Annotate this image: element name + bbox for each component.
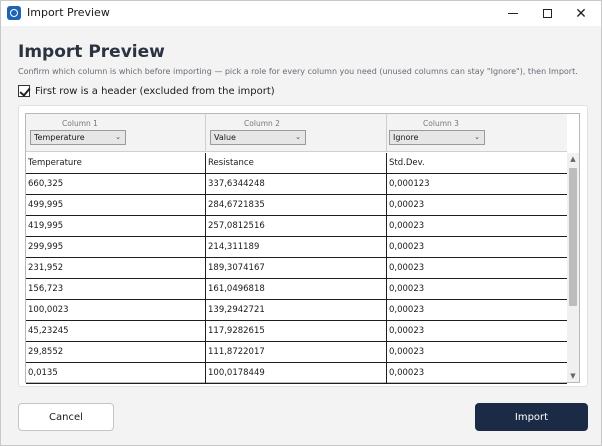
table-cell[interactable]: 419,995	[26, 216, 206, 237]
preview-table: Temperature Resistance Std.Dev. 660,325 …	[26, 153, 567, 384]
table-cell[interactable]: 0,00023	[387, 321, 567, 342]
table-cell[interactable]: 499,995	[26, 195, 206, 216]
table-cell[interactable]: 45,23245	[26, 321, 206, 342]
table-row[interactable]: 45,23245 117,9282615 0,00023	[26, 321, 567, 342]
table-cell[interactable]: 0,0135	[26, 363, 206, 384]
table-cell[interactable]: 299,995	[26, 237, 206, 258]
column-label-1: Column 1	[62, 119, 98, 128]
vertical-scrollbar[interactable]: ▲ ▼	[567, 153, 579, 382]
dialog-heading: Import Preview	[18, 42, 165, 62]
table-cell[interactable]: 231,952	[26, 258, 206, 279]
close-icon: ✕	[575, 5, 587, 22]
chevron-down-icon[interactable]: ▼	[567, 370, 579, 382]
table-cell[interactable]: 284,6721835	[206, 195, 387, 216]
app-icon	[7, 6, 21, 20]
close-button[interactable]: ✕	[563, 1, 599, 26]
table-row[interactable]: 499,995 284,6721835 0,00023	[26, 195, 567, 216]
table-cell[interactable]: 0,00023	[387, 300, 567, 321]
role-select-column-3[interactable]: Ignore ⌄	[389, 130, 485, 145]
table-header-row: Temperature Resistance Std.Dev.	[26, 153, 567, 174]
role-select-value: Temperature	[34, 133, 85, 142]
scrollbar-thumb[interactable]	[569, 168, 577, 306]
header-row-checkbox-label[interactable]: First row is a header (excluded from the…	[35, 86, 275, 97]
dialog-subtitle: Confirm which column is which before imp…	[18, 67, 578, 76]
table-cell[interactable]: 100,0178449	[206, 363, 387, 384]
column-role-3: Column 3 Ignore ⌄	[387, 114, 567, 152]
table-cell[interactable]: 139,2942721	[206, 300, 387, 321]
table-cell[interactable]: 0,00023	[387, 195, 567, 216]
role-select-column-1[interactable]: Temperature ⌄	[30, 130, 126, 145]
minimize-button[interactable]	[495, 1, 531, 26]
table-row[interactable]: 419,995 257,0812516 0,00023	[26, 216, 567, 237]
cancel-button[interactable]: Cancel	[18, 403, 114, 431]
chevron-down-icon: ⌄	[295, 133, 301, 141]
column-label-3: Column 3	[423, 119, 459, 128]
table-row[interactable]: 156,723 161,0496818 0,00023	[26, 279, 567, 300]
table-cell[interactable]: 0,00023	[387, 279, 567, 300]
chevron-down-icon: ⌄	[115, 133, 121, 141]
role-select-value: Value	[214, 133, 236, 142]
table-cell[interactable]: 0,00023	[387, 363, 567, 384]
column-role-2: Column 2 Value ⌄	[206, 114, 387, 152]
role-select-column-2[interactable]: Value ⌄	[210, 130, 306, 145]
table-row[interactable]: 299,995 214,311189 0,00023	[26, 237, 567, 258]
column-label-2: Column 2	[244, 119, 280, 128]
maximize-button[interactable]	[529, 1, 565, 26]
header-row-checkbox[interactable]	[18, 85, 30, 97]
table-cell[interactable]: 214,311189	[206, 237, 387, 258]
table-cell[interactable]: 0,00023	[387, 216, 567, 237]
table-row[interactable]: 100,0023 139,2942721 0,00023	[26, 300, 567, 321]
table-cell[interactable]: 29,8552	[26, 342, 206, 363]
table-cell[interactable]: Temperature	[26, 153, 206, 174]
role-select-value: Ignore	[393, 133, 419, 142]
minimize-icon	[508, 13, 518, 14]
table-cell[interactable]: 0,000123	[387, 174, 567, 195]
table-cell[interactable]: Resistance	[206, 153, 387, 174]
column-role-1: Column 1 Temperature ⌄	[26, 114, 206, 152]
table-cell[interactable]: 0,00023	[387, 342, 567, 363]
chevron-down-icon: ⌄	[474, 133, 480, 141]
table-cell[interactable]: 117,9282615	[206, 321, 387, 342]
table-cell[interactable]: 161,0496818	[206, 279, 387, 300]
table-cell[interactable]: 111,8722017	[206, 342, 387, 363]
table-cell[interactable]: 0,00023	[387, 258, 567, 279]
table-row[interactable]: 29,8552 111,8722017 0,00023	[26, 342, 567, 363]
table-cell[interactable]: 660,325	[26, 174, 206, 195]
import-preview-window: Import Preview ✕ Import Preview Confirm …	[0, 0, 602, 446]
table-row[interactable]: 231,952 189,3074167 0,00023	[26, 258, 567, 279]
preview-panel: Column 1 Temperature ⌄ Column 2 Value ⌄ …	[18, 105, 588, 387]
table-row[interactable]: 0,0135 100,0178449 0,00023	[26, 363, 567, 384]
column-role-bar: Column 1 Temperature ⌄ Column 2 Value ⌄ …	[26, 114, 567, 152]
header-row-checkbox-group[interactable]: First row is a header (excluded from the…	[18, 85, 275, 97]
table-cell[interactable]: 156,723	[26, 279, 206, 300]
table-cell[interactable]: 100,0023	[26, 300, 206, 321]
window-title: Import Preview	[27, 6, 110, 19]
title-bar: Import Preview ✕	[1, 1, 601, 26]
table-row[interactable]: 660,325 337,6344248 0,000123	[26, 174, 567, 195]
maximize-icon	[542, 9, 552, 18]
table-cell[interactable]: 0,00023	[387, 237, 567, 258]
table-cell[interactable]: 189,3074167	[206, 258, 387, 279]
table-cell[interactable]: 257,0812516	[206, 216, 387, 237]
import-button[interactable]: Import	[475, 403, 588, 431]
preview-grid: Column 1 Temperature ⌄ Column 2 Value ⌄ …	[25, 113, 580, 384]
chevron-up-icon[interactable]: ▲	[567, 153, 579, 165]
table-cell[interactable]: Std.Dev.	[387, 153, 567, 174]
table-cell[interactable]: 337,6344248	[206, 174, 387, 195]
